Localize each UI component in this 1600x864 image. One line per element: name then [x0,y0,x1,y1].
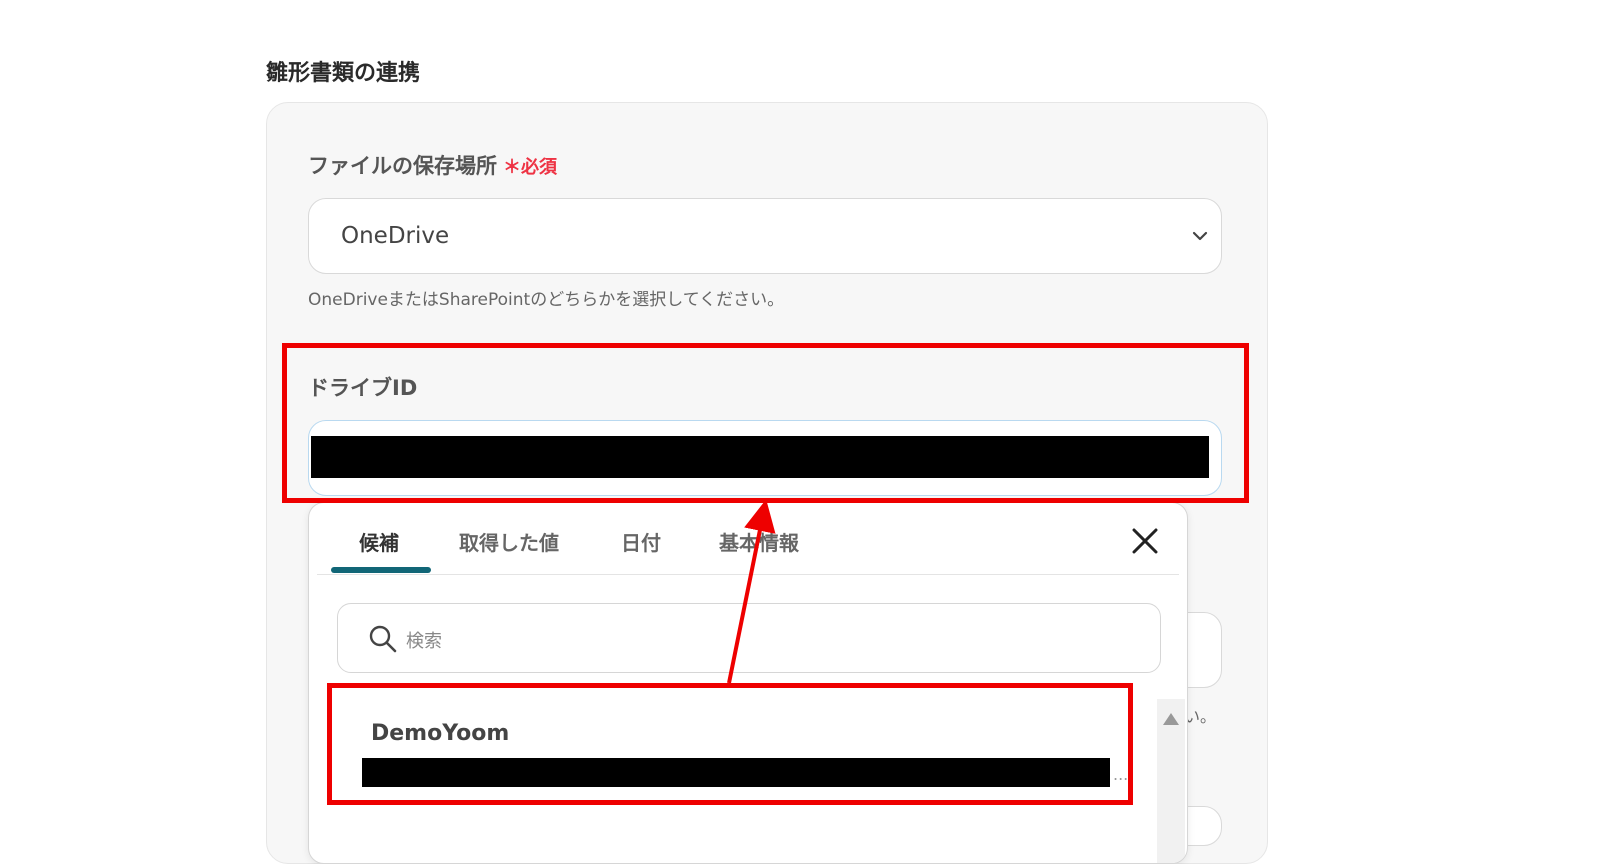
search-placeholder: 検索 [406,631,442,652]
tab-divider [317,574,1179,575]
drive-id-highlight [282,343,1249,503]
tab-acquired-values[interactable]: 取得した値 [459,527,559,556]
background-hint-fragment: い。 [1184,707,1217,726]
required-mark: ＊ [503,157,521,178]
tab-date[interactable]: 日付 [621,527,661,556]
tab-candidates[interactable]: 候補 [359,527,399,556]
storage-location-value: OneDrive [341,223,450,249]
scroll-up-icon[interactable] [1163,713,1179,725]
tab-basic-info[interactable]: 基本情報 [719,527,799,556]
storage-location-label-text: ファイルの保存場所 [308,154,497,178]
required-indicator: ＊必須 [503,157,557,178]
storage-location-label: ファイルの保存場所 ＊必須 [308,150,557,180]
picker-search-input[interactable]: 検索 [337,603,1161,673]
section-title: 雛形書類の連携 [266,61,421,86]
storage-location-hint: OneDriveまたはSharePointのどちらかを選択してください。 [308,290,785,310]
close-icon[interactable] [1129,525,1161,557]
storage-location-select[interactable]: OneDrive [308,198,1222,274]
option-highlight [327,683,1133,805]
chevron-down-icon [1192,231,1208,241]
required-text: 必須 [521,157,557,178]
scrollbar[interactable] [1157,699,1185,863]
active-tab-indicator [331,567,431,573]
search-icon [369,625,397,653]
